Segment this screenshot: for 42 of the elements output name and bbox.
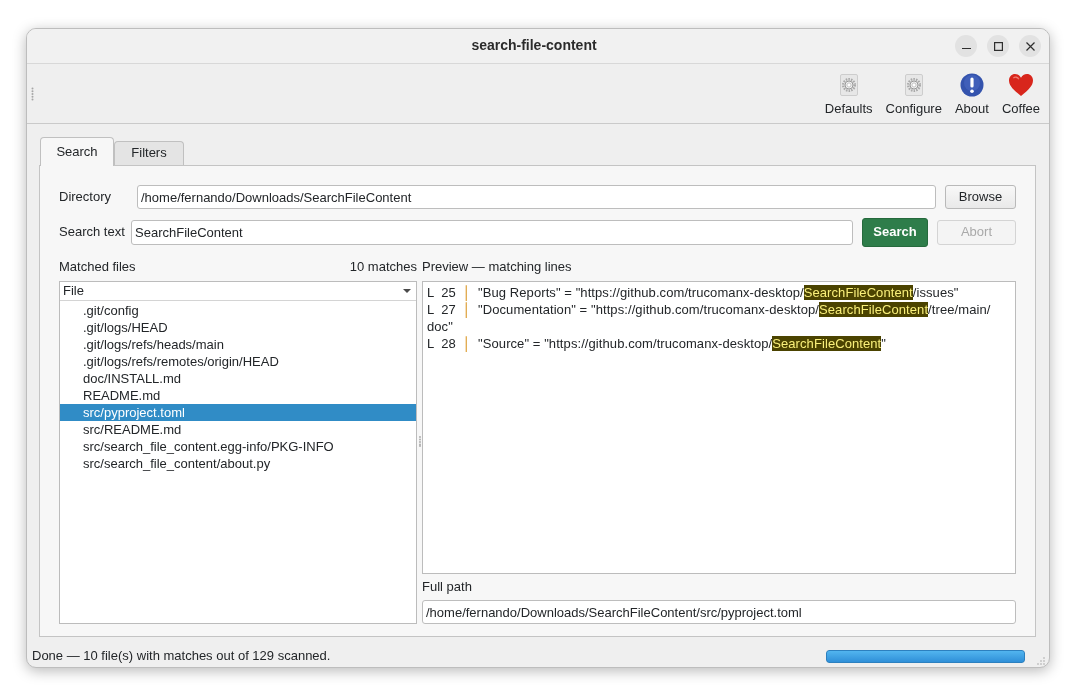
file-list-item[interactable]: src/README.md xyxy=(60,421,416,438)
window-title: search-file-content xyxy=(471,37,597,55)
maximize-button[interactable] xyxy=(987,35,1009,57)
status-message: Done — 10 file(s) with matches out of 129 scanned. xyxy=(32,647,331,665)
tab[interactable]: Search xyxy=(40,137,114,166)
file-list-item[interactable]: .git/logs/refs/remotes/origin/HEAD xyxy=(60,353,416,370)
maximize-icon xyxy=(993,41,1003,51)
directory-label: Directory xyxy=(59,188,112,206)
preview-label: Preview — matching lines xyxy=(422,258,572,276)
toolbar-button[interactable]: Coffee xyxy=(995,64,1046,119)
file-list-item[interactable]: .git/logs/HEAD xyxy=(60,319,416,336)
resize-grip-icon[interactable] xyxy=(1037,657,1045,665)
file-list-item[interactable]: .git/logs/refs/heads/main xyxy=(60,336,416,353)
full-path-label: Full path xyxy=(422,578,473,595)
file-list-item[interactable]: README.md xyxy=(60,387,416,404)
heart-icon xyxy=(1008,74,1033,96)
toolbar-handle-icon[interactable] xyxy=(31,87,34,101)
close-icon xyxy=(1025,41,1035,51)
matched-files-label: Matched files xyxy=(59,258,136,276)
tab[interactable]: Filters xyxy=(114,141,184,165)
toolbar-button[interactable]: Defaults xyxy=(818,64,879,119)
toolbar-button[interactable]: About xyxy=(948,64,995,119)
splitter-handle-icon[interactable] xyxy=(418,436,421,447)
caret-icon xyxy=(403,289,411,293)
minimize-icon xyxy=(961,47,971,50)
toolbar-button[interactable]: Configure xyxy=(879,64,948,119)
file-list-item[interactable]: .git/config xyxy=(60,302,416,319)
minimize-button[interactable] xyxy=(955,35,977,57)
close-button[interactable] xyxy=(1019,35,1041,57)
full-path-field[interactable]: /home/fernando/Downloads/SearchFileContent/src/pyproject.toml xyxy=(422,600,1016,624)
browse-button[interactable]: Browse xyxy=(945,185,1016,209)
file-list-item[interactable]: src/search_file_content/about.py xyxy=(60,455,416,472)
file-list-item[interactable]: src/pyproject.toml xyxy=(60,404,416,421)
search-button[interactable]: Search xyxy=(862,218,928,247)
file-list-item[interactable]: doc/INSTALL.md xyxy=(60,370,416,387)
exclamation-icon xyxy=(959,73,984,97)
file-list-item[interactable]: src/search_file_content.egg-info/PKG-INFO xyxy=(60,438,416,455)
directory-field[interactable]: /home/fernando/Downloads/SearchFileContent xyxy=(137,185,936,209)
search-text-field[interactable]: SearchFileContent xyxy=(131,220,853,245)
gear-icon xyxy=(904,74,923,96)
gear-icon xyxy=(839,74,858,96)
match-count: 10 matches xyxy=(349,258,417,276)
